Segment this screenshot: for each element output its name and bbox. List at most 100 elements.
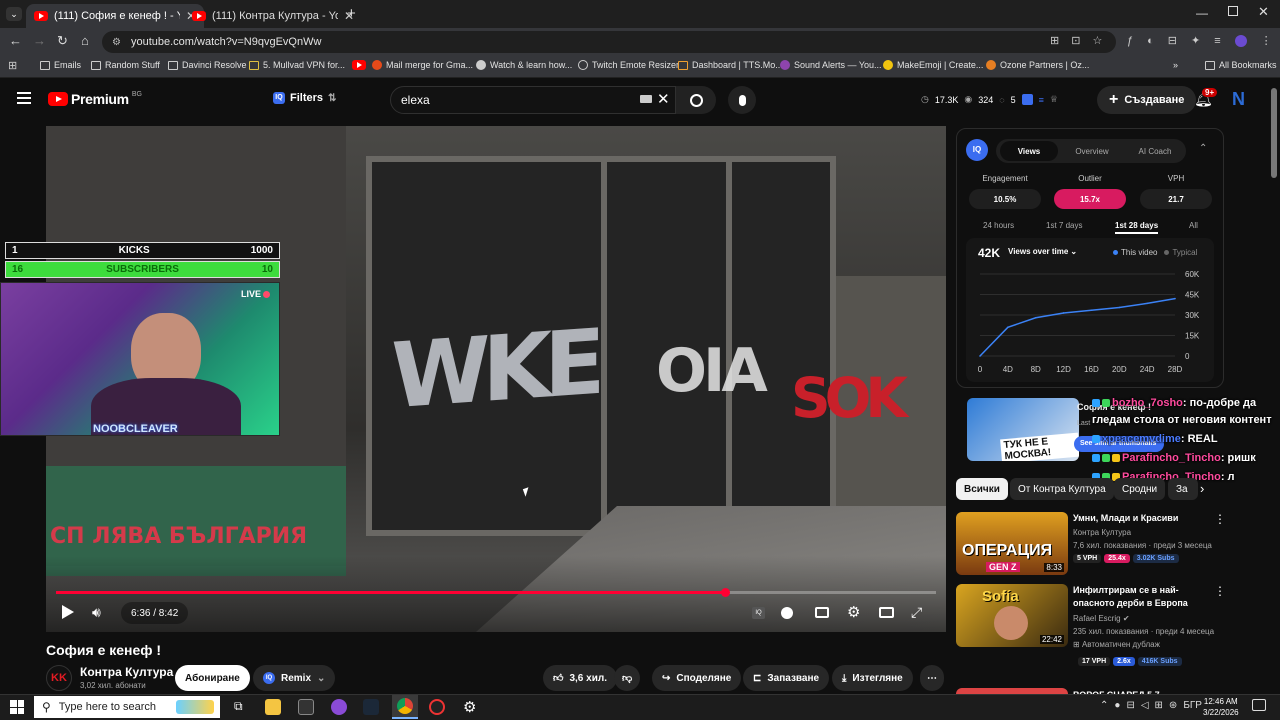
chip-more[interactable]: За <box>1168 478 1198 500</box>
bookmarks-overflow[interactable]: » <box>1173 60 1178 70</box>
keyboard-icon[interactable] <box>640 95 652 103</box>
bookmark-youtube[interactable] <box>352 60 366 70</box>
youtube-logo[interactable]: Premium BG <box>48 91 142 107</box>
volume-icon[interactable]: 🔊︎ <box>92 604 101 621</box>
range-all[interactable]: All <box>1189 221 1198 230</box>
range-28d[interactable]: 1st 28 days <box>1115 221 1159 234</box>
task-view-icon[interactable]: ⧉ <box>234 699 243 714</box>
range-24h[interactable]: 24 hours <box>983 221 1014 230</box>
bookmark-tts[interactable]: Dashboard | TTS.Mo... <box>678 60 783 70</box>
channel-avatar[interactable]: KK <box>46 665 72 691</box>
extension-icon[interactable]: ◐ <box>1147 35 1154 47</box>
play-icon[interactable] <box>62 605 74 619</box>
rec-menu-kebab-icon[interactable]: ⋮ <box>1214 512 1226 526</box>
list-icon[interactable]: ≡ <box>1039 95 1044 105</box>
obs-icon[interactable] <box>429 699 445 715</box>
save-button[interactable]: ⊏ Запазване <box>743 665 830 691</box>
channel-name[interactable]: Контра Култура <box>80 665 173 679</box>
extension-icon[interactable]: ƒ <box>1127 35 1133 47</box>
vidiq-player-icon[interactable]: IQ <box>752 607 765 619</box>
remix-button[interactable]: IQ Remix ⌄ <box>253 665 336 691</box>
more-actions-button[interactable]: ⋯ <box>920 665 944 691</box>
vidiq-icon[interactable] <box>1021 94 1033 105</box>
chip-from-channel[interactable]: От Контра Култура <box>1010 478 1114 500</box>
rec-thumbnail[interactable]: Sofía 22:42 <box>956 584 1068 647</box>
pause-toggle-icon[interactable] <box>781 607 793 619</box>
bookmark-star-icon[interactable]: ☆ <box>1092 34 1102 47</box>
page-scrollbar[interactable] <box>1271 88 1277 178</box>
reload-icon[interactable]: ↻ <box>57 33 68 49</box>
miniplayer-icon[interactable] <box>879 607 894 618</box>
collapse-chevron-icon[interactable]: ⌃ <box>1199 143 1207 154</box>
chip-all[interactable]: Всички <box>956 478 1008 500</box>
address-bar[interactable]: ⚙ youtube.com/watch?v=N9qvgEvQnWw <box>102 31 1116 53</box>
clear-search-icon[interactable]: ✕ <box>657 90 670 108</box>
fullscreen-icon[interactable]: ⤢ <box>911 604 922 621</box>
notification-center-icon[interactable] <box>1252 699 1266 711</box>
tab-ai-coach[interactable]: AI Coach <box>1126 141 1184 161</box>
bookmark-watch-learn[interactable]: Watch & learn how... <box>476 60 572 70</box>
extensions-puzzle-icon[interactable]: ✦ <box>1191 34 1200 47</box>
create-button[interactable]: + Създаване <box>1097 86 1197 114</box>
range-7d[interactable]: 1st 7 days <box>1046 221 1082 230</box>
bookmark-sound-alerts[interactable]: Sound Alerts — You... <box>780 60 882 70</box>
tray-app-icon[interactable]: ⊞ <box>1155 700 1163 711</box>
bookmark-makeemoji[interactable]: MakeEmoji | Create... <box>883 60 983 70</box>
browser-tab[interactable]: (111) Контра Култура - YouTub ✕ <box>184 4 362 28</box>
site-info-icon[interactable]: ⚙ <box>112 37 121 48</box>
bookmark-davinci[interactable]: Davinci Resolve <box>168 60 247 70</box>
rec-channel[interactable]: Контра Култура <box>1073 528 1131 537</box>
tray-chevron-icon[interactable]: ⌃ <box>1100 700 1108 711</box>
minimize-icon[interactable]: — <box>1196 6 1208 20</box>
bookmark-emails[interactable]: Emails <box>40 60 81 70</box>
chart-mode-dropdown[interactable]: Views over time ⌄ <box>1008 247 1077 256</box>
download-button[interactable]: ⤓ Изтегляне <box>832 665 913 691</box>
all-bookmarks[interactable]: All Bookmarks <box>1205 60 1277 70</box>
steam-icon[interactable] <box>363 699 379 715</box>
rec-thumbnail[interactable]: ОПЕРАЦИЯ GEN Z 8:33 <box>956 512 1068 575</box>
network-icon[interactable]: ⊟ <box>1126 700 1134 711</box>
tab-overview[interactable]: Overview <box>1064 141 1120 161</box>
bookmark-random-stuff[interactable]: Random Stuff <box>91 60 160 70</box>
hamburger-menu-icon[interactable] <box>17 92 31 104</box>
app-icon[interactable] <box>331 699 347 715</box>
extension-icon[interactable]: ⊟ <box>1168 34 1177 47</box>
voice-search-button[interactable] <box>728 86 756 114</box>
rec-menu-kebab-icon[interactable]: ⋮ <box>1214 584 1226 598</box>
tray-app-icon[interactable]: ⊛ <box>1169 700 1177 711</box>
media-icon[interactable]: ≡ <box>1214 35 1220 47</box>
file-explorer-icon[interactable] <box>265 699 281 715</box>
bookmark-mail-merge[interactable]: Mail merge for Gma... <box>372 60 473 70</box>
bookmark-ozone[interactable]: Ozone Partners | Oz... <box>986 60 1089 70</box>
app-icon[interactable] <box>298 699 314 715</box>
install-icon[interactable]: ⊡ <box>1071 34 1080 47</box>
tab-views[interactable]: Views <box>1000 141 1058 161</box>
chip-related[interactable]: Сродни <box>1114 478 1166 500</box>
vidiq-filters-button[interactable]: IQ Filters ⇅ <box>273 92 336 104</box>
volume-icon[interactable]: ◁ <box>1141 700 1149 711</box>
forward-icon[interactable]: → <box>33 33 46 48</box>
translate-icon[interactable]: ⊞ <box>1050 34 1059 47</box>
menu-kebab-icon[interactable]: ⋮ <box>1261 34 1272 47</box>
settings-gear-icon[interactable]: ⚙ <box>847 603 860 621</box>
account-avatar[interactable]: N <box>1232 89 1245 110</box>
apps-grid-icon[interactable]: ⊞ <box>8 59 17 72</box>
back-icon[interactable]: ← <box>9 33 22 48</box>
profile-avatar[interactable] <box>1234 34 1247 47</box>
subtitles-icon[interactable] <box>815 607 829 618</box>
close-window-icon[interactable]: ✕ <box>1258 4 1269 20</box>
browser-tab-active[interactable]: (111) София е кенеф ! - YouTub ✕ <box>26 4 204 28</box>
settings-gear-icon[interactable]: ⚙ <box>463 698 476 716</box>
mic-icon[interactable]: ● <box>1114 700 1120 711</box>
rec-title[interactable]: Инфилтрирам се в най-опасното дерби в Ев… <box>1073 584 1213 610</box>
subscribe-button[interactable]: Абониране <box>175 665 250 691</box>
tab-search-icon[interactable]: ⌄ <box>6 7 22 21</box>
rec-title[interactable]: Умни, Млади и Красиви <box>1073 512 1213 525</box>
rec-channel[interactable]: Rafael Escrig ✔ <box>1073 614 1130 623</box>
share-button[interactable]: ↪ Споделяне <box>652 665 742 691</box>
home-icon[interactable]: ⌂ <box>81 33 89 48</box>
restore-icon[interactable] <box>1228 6 1238 16</box>
promo-thumbnail[interactable]: ТУК НЕ Е МОСКВА! <box>967 398 1079 461</box>
progress-scrubber[interactable] <box>720 588 730 597</box>
chrome-taskbar-button[interactable] <box>392 695 418 719</box>
